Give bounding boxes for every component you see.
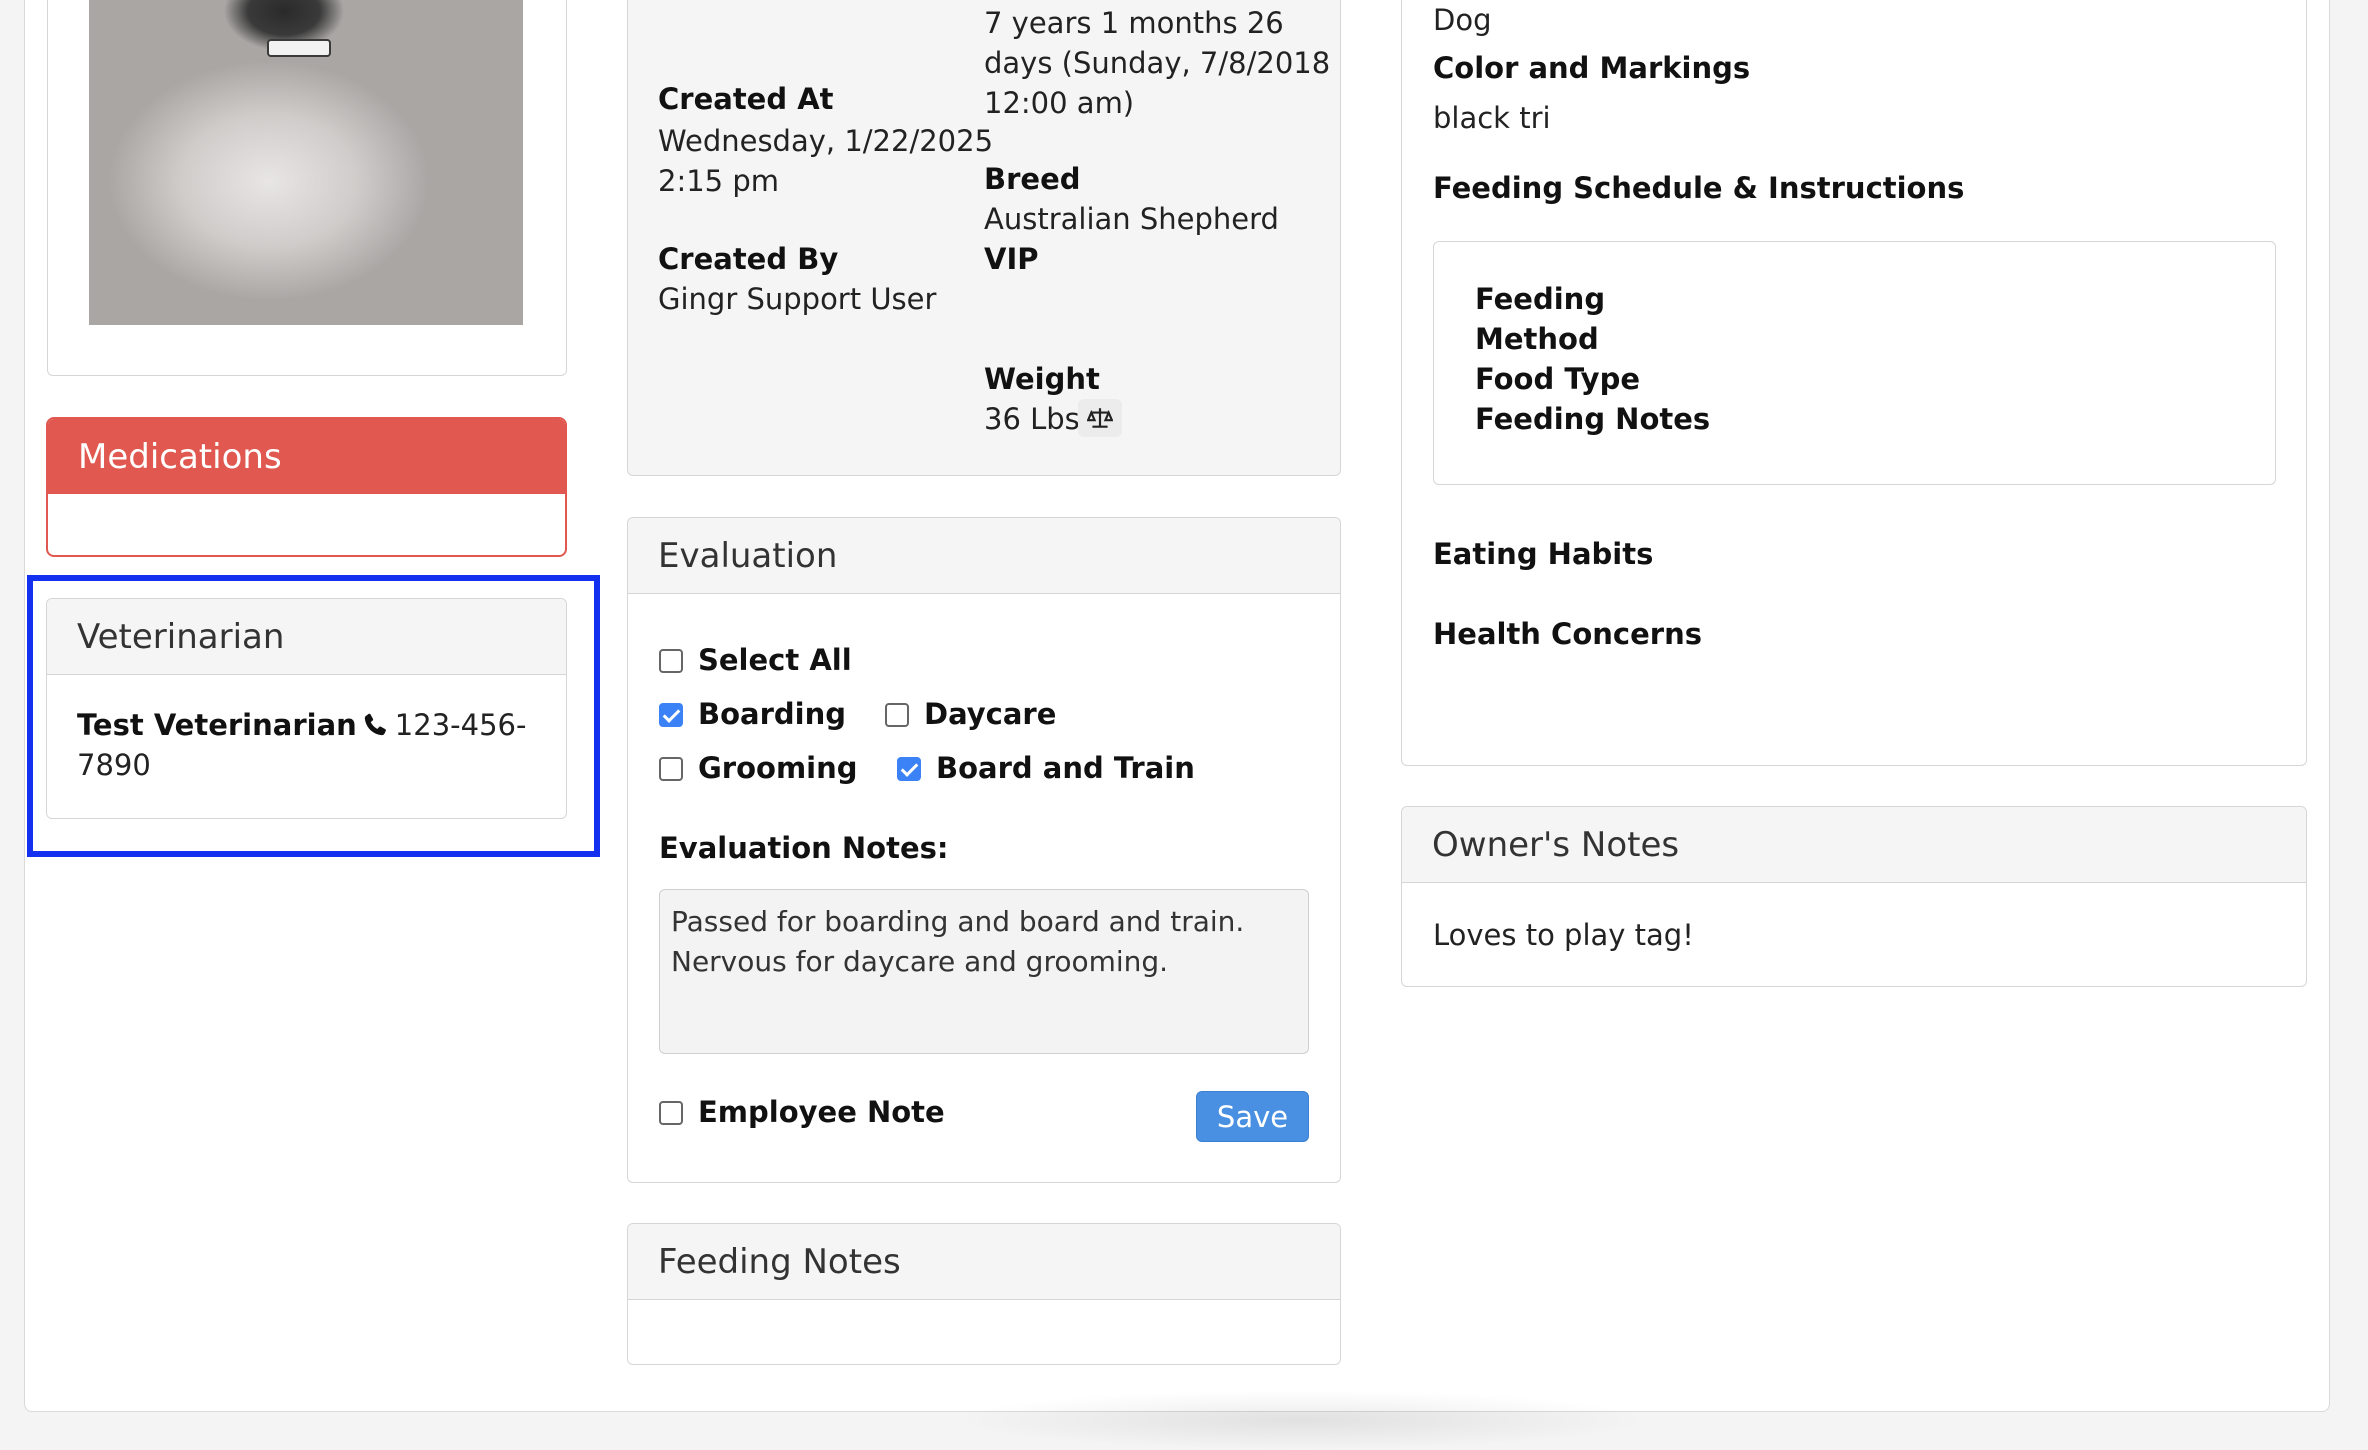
created-by-label: Created By [658,242,839,276]
feeding-notes-card: Feeding Notes [627,1223,1341,1365]
color-markings-value: black tri [1433,101,1551,135]
veterinarian-name: Test Veterinarian [77,708,357,742]
pet-photo-detail [267,39,331,57]
bottom-shadow [950,1390,1650,1450]
daycare-checkbox[interactable] [885,703,909,727]
created-at-label: Created At [658,82,834,116]
veterinarian-phone[interactable]: 123-456- [395,708,527,742]
pet-info-card: 7 years 1 months 26 days (Sunday, 7/8/20… [627,0,1341,476]
species-value: Dog [1433,3,1492,37]
select-all-checkbox[interactable] [659,649,683,673]
age-value: 7 years 1 months 26 days (Sunday, 7/8/20… [984,3,1330,123]
employee-note-label[interactable]: Employee Note [698,1095,945,1129]
weight-value: 36 Lbs [984,402,1080,436]
phone-icon [361,709,389,737]
breed-value: Australian Shepherd [984,202,1279,236]
medications-header: Medications [48,419,565,494]
feeding-schedule-label: Feeding Schedule & Instructions [1433,171,1965,205]
created-at-value: Wednesday, 1/22/2025 2:15 pm [658,121,993,201]
veterinarian-body: Test Veterinarian 123-456- 7890 [47,675,566,785]
veterinarian-card: Veterinarian Test Veterinarian 123-456- 7… [46,598,567,819]
breed-label: Breed [984,162,1081,196]
veterinarian-header: Veterinarian [47,599,566,675]
scale-icon[interactable] [1078,399,1122,437]
created-at-line-2: 2:15 pm [658,164,779,198]
board-and-train-checkbox[interactable] [897,757,921,781]
health-concerns-label: Health Concerns [1433,617,1702,651]
age-line-3: 12:00 am) [984,86,1135,120]
color-markings-label: Color and Markings [1433,51,1751,85]
medications-card: Medications [46,417,567,557]
daycare-label[interactable]: Daycare [924,697,1056,731]
select-all-label[interactable]: Select All [698,643,852,677]
boarding-label[interactable]: Boarding [698,697,846,731]
feeding-notes-field: Feeding Notes [1475,402,1711,436]
age-line-1: 7 years 1 months 26 [984,6,1284,40]
eating-habits-label: Eating Habits [1433,537,1654,571]
feeding-notes-header: Feeding Notes [628,1224,1340,1300]
food-type-field: Food Type [1475,362,1641,396]
owners-notes-header: Owner's Notes [1402,807,2306,883]
created-at-line-1: Wednesday, 1/22/2025 [658,124,994,158]
employee-note-checkbox[interactable] [659,1101,683,1125]
evaluation-notes-line-1: Passed for boarding and board and train. [671,905,1245,938]
feeding-field: Feeding [1475,282,1606,316]
board-and-train-label[interactable]: Board and Train [936,751,1195,785]
owners-notes-card: Owner's Notes Loves to play tag! [1401,806,2307,987]
evaluation-notes-label: Evaluation Notes: [659,831,949,865]
owners-notes-text: Loves to play tag! [1433,918,1694,952]
method-field: Method [1475,322,1599,356]
pet-photo [89,0,523,325]
grooming-checkbox[interactable] [659,757,683,781]
weight-label: Weight [984,362,1100,396]
age-line-2: days (Sunday, 7/8/2018 [984,46,1331,80]
veterinarian-phone-cont[interactable]: 7890 [77,748,151,782]
save-button[interactable]: Save [1196,1091,1309,1142]
grooming-label[interactable]: Grooming [698,751,858,785]
evaluation-notes-textarea[interactable]: Passed for boarding and board and train.… [659,889,1309,1054]
evaluation-card: Evaluation Select All Boarding Daycare G… [627,517,1341,1183]
pet-photo-card [47,0,567,376]
vip-label: VIP [984,242,1039,276]
evaluation-notes-line-2: Nervous for daycare and grooming. [671,945,1169,978]
evaluation-header: Evaluation [628,518,1340,594]
created-by-value: Gingr Support User [658,282,937,316]
feeding-schedule-box: Feeding Method Food Type Feeding Notes [1433,241,2276,485]
pet-details-card: Dog Color and Markings black tri Feeding… [1401,0,2307,766]
boarding-checkbox[interactable] [659,703,683,727]
